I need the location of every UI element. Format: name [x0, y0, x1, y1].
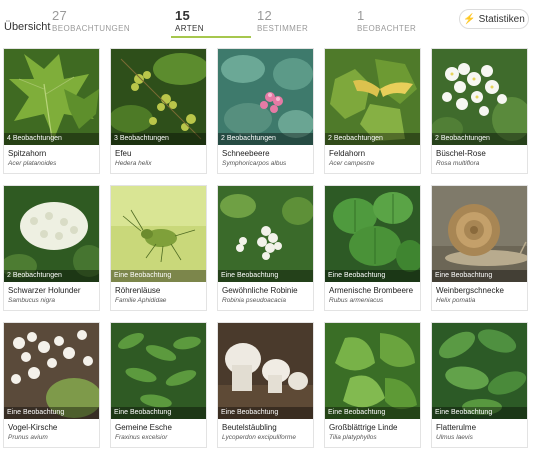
species-card[interactable]: Eine Beobachtung Großblättrige Linde Til…: [324, 322, 421, 448]
species-latin-name: Acer campestre: [329, 160, 375, 167]
species-name: Flatterulme: [436, 423, 477, 432]
species-card[interactable]: Eine Beobachtung Gewöhnliche Robinie Rob…: [217, 185, 314, 311]
observation-count: Eine Beobachtung: [4, 407, 99, 419]
species-latin-name: Helix pomatia: [436, 297, 476, 304]
species-card[interactable]: 2 Beobachtungen Schwarzer Holunder Sambu…: [3, 185, 100, 311]
observation-count: 3 Beobachtungen: [111, 133, 206, 145]
observation-count: Eine Beobachtung: [218, 270, 313, 282]
species-name: Schwarzer Holunder: [8, 286, 81, 295]
species-latin-name: Fraxinus excelsior: [115, 434, 168, 441]
field-maple-photo: 2 Beobachtungen: [325, 49, 420, 145]
species-card[interactable]: Eine Beobachtung Röhrenläuse Familie Aph…: [110, 185, 207, 311]
species-card[interactable]: Eine Beobachtung Vogel-Kirsche Prunus av…: [3, 322, 100, 448]
tab-observers-label: BEOBACHTER: [357, 24, 417, 33]
observation-count: 4 Beobachtungen: [4, 133, 99, 145]
species-latin-name: Tilia platyphyllos: [329, 434, 377, 441]
observation-count: Eine Beobachtung: [111, 270, 206, 282]
ivy-photo: 3 Beobachtungen: [111, 49, 206, 145]
species-latin-name: Prunus avium: [8, 434, 48, 441]
blackberry-photo: Eine Beobachtung: [325, 186, 420, 282]
species-card[interactable]: Eine Beobachtung Beutelstäubling Lycoper…: [217, 322, 314, 448]
tab-observations[interactable]: 27 BEOBACHTUNGEN: [52, 8, 130, 33]
species-grid: 4 Beobachtungen Spitzahorn Acer platanoi…: [3, 48, 528, 448]
tab-observers[interactable]: 1 BEOBACHTER: [357, 8, 416, 33]
maple-leaf-photo: 4 Beobachtungen: [4, 49, 99, 145]
species-latin-name: Lycoperdon excipuliforme: [222, 434, 296, 441]
puffball-photo: Eine Beobachtung: [218, 323, 313, 419]
species-latin-name: Symphoricarpos albus: [222, 160, 287, 167]
species-name: Büschel-Rose: [436, 149, 486, 158]
species-latin-name: Hedera helix: [115, 160, 152, 167]
elm-photo: Eine Beobachtung: [432, 323, 527, 419]
observation-count: 2 Beobachtungen: [4, 270, 99, 282]
tab-identifiers[interactable]: 12 BESTIMMER: [257, 8, 308, 33]
species-card[interactable]: Eine Beobachtung Weinbergschnecke Helix …: [431, 185, 528, 311]
species-name: Efeu: [115, 149, 132, 158]
species-card[interactable]: 2 Beobachtungen Büschel-Rose Rosa multif…: [431, 48, 528, 174]
observation-count: Eine Beobachtung: [432, 407, 527, 419]
robinia-photo: Eine Beobachtung: [218, 186, 313, 282]
rose-photo: 2 Beobachtungen: [432, 49, 527, 145]
tab-observations-label: BEOBACHTUNGEN: [52, 24, 131, 33]
species-card[interactable]: 4 Beobachtungen Spitzahorn Acer platanoi…: [3, 48, 100, 174]
active-tab-indicator: [171, 36, 251, 38]
species-card[interactable]: Eine Beobachtung Armenische Brombeere Ru…: [324, 185, 421, 311]
aphid-photo: Eine Beobachtung: [111, 186, 206, 282]
observation-count: 2 Beobachtungen: [432, 133, 527, 145]
tab-identifiers-label: BESTIMMER: [257, 24, 309, 33]
species-name: Vogel-Kirsche: [8, 423, 58, 432]
species-name: Spitzahorn: [8, 149, 47, 158]
species-card[interactable]: 2 Beobachtungen Schneebeere Symphoricarp…: [217, 48, 314, 174]
observation-count: Eine Beobachtung: [325, 407, 420, 419]
tab-species-label: ARTEN: [175, 24, 204, 33]
species-name: Gemeine Esche: [115, 423, 172, 432]
tab-observers-count: 1: [357, 8, 365, 23]
observation-count: 2 Beobachtungen: [325, 133, 420, 145]
species-name: Armenische Brombeere: [329, 286, 414, 295]
observation-count: 2 Beobachtungen: [218, 133, 313, 145]
tab-bar: Übersicht 27 BEOBACHTUNGEN 15 ARTEN 12 B…: [0, 0, 533, 40]
species-name: Weinbergschnecke: [436, 286, 504, 295]
snowberry-photo: 2 Beobachtungen: [218, 49, 313, 145]
species-latin-name: Ulmus laevis: [436, 434, 473, 441]
elder-photo: 2 Beobachtungen: [4, 186, 99, 282]
species-latin-name: Robinia pseudoacacia: [222, 297, 286, 304]
species-card[interactable]: Eine Beobachtung Flatterulme Ulmus laevi…: [431, 322, 528, 448]
species-name: Beutelstäubling: [222, 423, 277, 432]
tab-species-count: 15: [175, 8, 191, 23]
species-latin-name: Sambucus nigra: [8, 297, 55, 304]
species-latin-name: Rubus armeniacus: [329, 297, 384, 304]
snail-photo: Eine Beobachtung: [432, 186, 527, 282]
lightning-icon: ⚡: [463, 13, 476, 25]
statistics-button[interactable]: ⚡ Statistiken: [459, 9, 529, 29]
species-card[interactable]: Eine Beobachtung Gemeine Esche Fraxinus …: [110, 322, 207, 448]
tab-identifiers-count: 12: [257, 8, 273, 23]
species-name: Röhrenläuse: [115, 286, 161, 295]
observation-count: Eine Beobachtung: [218, 407, 313, 419]
species-card[interactable]: 2 Beobachtungen Feldahorn Acer campestre: [324, 48, 421, 174]
species-name: Großblättrige Linde: [329, 423, 398, 432]
species-card[interactable]: 3 Beobachtungen Efeu Hedera helix: [110, 48, 207, 174]
species-name: Feldahorn: [329, 149, 366, 158]
statistics-button-label: Statistiken: [478, 13, 525, 25]
species-name: Gewöhnliche Robinie: [222, 286, 298, 295]
tab-observations-count: 27: [52, 8, 68, 23]
species-latin-name: Familie Aphididae: [115, 297, 167, 304]
cherry-photo: Eine Beobachtung: [4, 323, 99, 419]
observation-count: Eine Beobachtung: [432, 270, 527, 282]
species-latin-name: Rosa multiflora: [436, 160, 480, 167]
linden-photo: Eine Beobachtung: [325, 323, 420, 419]
species-name: Schneebeere: [222, 149, 270, 158]
tab-species[interactable]: 15 ARTEN: [175, 8, 204, 33]
observation-count: Eine Beobachtung: [111, 407, 206, 419]
observation-count: Eine Beobachtung: [325, 270, 420, 282]
overview-link[interactable]: Übersicht: [4, 21, 50, 33]
species-latin-name: Acer platanoides: [8, 160, 57, 167]
ash-photo: Eine Beobachtung: [111, 323, 206, 419]
